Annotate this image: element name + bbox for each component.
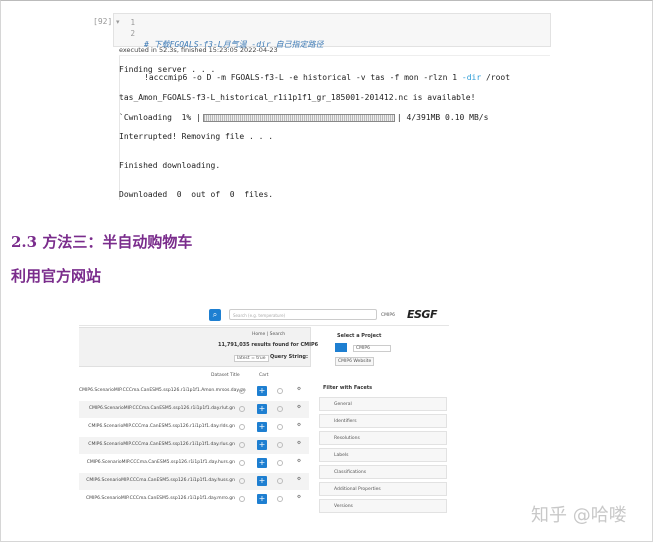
facet-identifiers[interactable]: Identifiers xyxy=(319,414,447,428)
code-input[interactable]: ▾ 1 2 # 下载FGOALS-f3-L月气温 -dir 自己指定路径 !ac… xyxy=(113,13,551,82)
section-heading: 2.3 方法三：半自动购物车 xyxy=(11,233,193,251)
col-dataset-title: Dataset Title xyxy=(211,373,240,378)
project-toggle-icon[interactable] xyxy=(335,343,347,352)
facet-versions[interactable]: Versions xyxy=(319,499,447,513)
gear-icon: ⚙ xyxy=(297,477,302,482)
gear-icon: ⚙ xyxy=(297,495,302,500)
subsection-heading: 利用官方网站 xyxy=(11,267,102,285)
table-row[interactable]: CMIP6.ScenarioMIP.CCCma.CanESM5.ssp126.r… xyxy=(79,383,309,400)
document-page: [92]: ▾ 1 2 # 下载FGOALS-f3-L月气温 -dir 自己指定… xyxy=(0,0,653,542)
progress-bar xyxy=(202,113,395,122)
results-panel: Home | Search 11,791,035 results found f… xyxy=(79,327,318,367)
facet-additional-properties[interactable]: Additional Properties xyxy=(319,482,447,496)
watermark: 知乎 @哈喽 xyxy=(531,505,627,526)
add-to-cart-button[interactable]: + xyxy=(257,404,267,414)
gear-icon: ⚙ xyxy=(297,387,302,392)
gear-icon: ⚙ xyxy=(297,441,302,446)
output-line: Downloaded 0 out of 0 files. xyxy=(119,190,274,199)
project-website-button[interactable]: CMIP6 Website xyxy=(335,357,375,366)
table-row[interactable]: CMIP6.ScenarioMIP.CCCma.CanESM5.ssp126.r… xyxy=(79,491,309,508)
facet-classifications[interactable]: Classifications xyxy=(319,465,447,479)
facet-resolutions[interactable]: Resolutions xyxy=(319,431,447,445)
facet-labels[interactable]: Labels xyxy=(319,448,447,462)
line-numbers: 1 2 xyxy=(130,18,135,38)
search-icon[interactable]: ⌕ xyxy=(209,309,221,321)
esgf-topbar: ⌕ Search (e.g. temperature) CMIP6 ESGF xyxy=(79,307,449,326)
output-line: tas_Amon_FGOALS-f3-L_historical_r1i1p1f1… xyxy=(119,93,476,102)
esgf-screenshot: ⌕ Search (e.g. temperature) CMIP6 ESGF H… xyxy=(79,307,449,519)
gear-icon: ⚙ xyxy=(297,459,302,464)
output-line: Interrupted! Removing file . . . xyxy=(119,132,274,141)
query-label: Query String: xyxy=(270,354,308,360)
table-row[interactable]: CMIP6.ScenarioMIP.CCCma.CanESM5.ssp126.r… xyxy=(79,455,309,472)
add-to-cart-button[interactable]: + xyxy=(257,458,267,468)
project-select[interactable]: CMIP6 xyxy=(353,345,391,352)
gear-icon: ⚙ xyxy=(297,423,302,428)
facet-general[interactable]: General xyxy=(319,397,447,411)
notebook-cell: [92]: ▾ 1 2 # 下载FGOALS-f3-L月气温 -dir 自己指定… xyxy=(89,9,551,200)
project-tag: CMIP6 xyxy=(381,313,395,318)
table-row[interactable]: CMIP6.ScenarioMIP.CCCma.CanESM5.ssp126.r… xyxy=(79,401,309,418)
execution-info: executed in 52.3s, finished 15:23:05 202… xyxy=(119,46,278,54)
table-row[interactable]: CMIP6.ScenarioMIP.CCCma.CanESM5.ssp126.r… xyxy=(79,437,309,454)
add-to-cart-button[interactable]: + xyxy=(257,494,267,504)
query-value: latest = true xyxy=(234,355,269,362)
add-to-cart-button[interactable]: + xyxy=(257,440,267,450)
add-to-cart-button[interactable]: + xyxy=(257,476,267,486)
output-progress-line: `Cwnloading 1% | | 4/391MB 0.10 MB/s xyxy=(119,113,489,122)
add-to-cart-button[interactable]: + xyxy=(257,386,267,396)
col-cart: Cart xyxy=(259,373,269,378)
output-line: Finished downloading. xyxy=(119,161,221,170)
add-to-cart-button[interactable]: + xyxy=(257,422,267,432)
table-row[interactable]: CMIP6.ScenarioMIP.CCCma.CanESM5.ssp126.r… xyxy=(79,473,309,490)
select-project-label: Select a Project xyxy=(337,333,382,339)
results-count: 11,791,035 results found for CMIP6 xyxy=(218,342,319,348)
search-input[interactable]: Search (e.g. temperature) xyxy=(229,309,377,320)
breadcrumb[interactable]: Home | Search xyxy=(252,332,285,337)
table-row[interactable]: CMIP6.ScenarioMIP.CCCma.CanESM5.ssp126.r… xyxy=(79,419,309,436)
cell-output xyxy=(119,55,550,200)
filter-label: Filter with Facets xyxy=(323,385,373,391)
esgf-logo: ESGF xyxy=(407,308,437,321)
gear-icon: ⚙ xyxy=(297,405,302,410)
output-line: Finding server . . . xyxy=(119,65,216,74)
